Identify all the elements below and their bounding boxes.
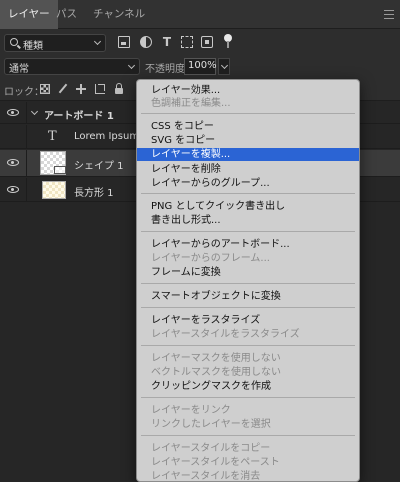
- layer-context-menu: レイヤー効果... 色調補正を編集... CSS をコピー SVG をコピー レ…: [136, 79, 360, 482]
- menu-separator: [141, 231, 355, 232]
- lock-position-icon[interactable]: [76, 84, 86, 94]
- menu-separator: [141, 283, 355, 284]
- menu-item-paste-layer-style: レイヤースタイルをペースト: [151, 457, 280, 468]
- chevron-down-icon[interactable]: [30, 107, 39, 116]
- menu-item-quick-export-png[interactable]: PNG としてクイック書き出し: [137, 200, 359, 213]
- menu-item-convert-smart-object[interactable]: スマートオブジェクトに変換: [137, 290, 359, 303]
- adjustment-layer-filter-icon[interactable]: [140, 36, 152, 48]
- pixel-layer-filter-icon[interactable]: [118, 36, 130, 48]
- lock-label: ロック：: [4, 87, 44, 98]
- visibility-eye-icon[interactable]: [7, 109, 19, 116]
- menu-item-export-as[interactable]: 書き出し形式...: [137, 214, 359, 227]
- menu-separator: [141, 435, 355, 436]
- menu-item-layer-effects[interactable]: レイヤー効果...: [137, 84, 359, 97]
- lock-artboard-icon[interactable]: [95, 84, 105, 94]
- layer-name: Lorem Ipsum: [74, 131, 140, 142]
- opacity-dropdown[interactable]: [218, 58, 230, 75]
- menu-item-clear-layer-style: レイヤースタイルを消去: [151, 471, 261, 482]
- layer-name: 長方形 1: [74, 188, 114, 199]
- menu-item-link-layers: レイヤーをリンク: [151, 405, 231, 416]
- type-layer-filter-icon[interactable]: T: [161, 36, 173, 48]
- menu-separator: [141, 193, 355, 194]
- menu-item-disable-vector-mask: ベクトルマスクを使用しない: [151, 367, 281, 378]
- tab-channels[interactable]: チャンネル: [93, 0, 145, 29]
- blend-mode-label: 通常: [9, 64, 29, 75]
- vector-mask-icon: [54, 166, 66, 174]
- layer-name: アートボード 1: [44, 111, 114, 122]
- panel-tab-bar: レイヤー パス チャンネル: [0, 0, 400, 29]
- menu-item-copy-css[interactable]: CSS をコピー: [137, 120, 359, 133]
- tab-layers[interactable]: レイヤー: [0, 0, 58, 29]
- chevron-down-icon: [93, 37, 102, 46]
- menu-separator: [141, 307, 355, 308]
- menu-item-frame-from-layers: レイヤーからのフレーム...: [151, 253, 270, 264]
- menu-item-copy-svg[interactable]: SVG をコピー: [137, 134, 359, 147]
- tab-paths[interactable]: パス: [56, 0, 77, 29]
- menu-item-create-clipping-mask[interactable]: クリッピングマスクを作成: [137, 380, 359, 393]
- menu-separator: [141, 113, 355, 114]
- menu-item-convert-to-frame[interactable]: フレームに変換: [137, 266, 359, 279]
- row-divider: [26, 178, 27, 201]
- blend-row: 通常 不透明度： 100%: [0, 57, 400, 77]
- menu-item-select-linked-layers: リンクしたレイヤーを選択: [151, 419, 271, 430]
- lock-transparent-pixels-icon[interactable]: [40, 84, 50, 94]
- layer-name: シェイプ 1: [74, 161, 124, 172]
- chevron-down-icon: [220, 61, 229, 70]
- row-divider: [26, 125, 27, 148]
- menu-item-artboard-from-layers[interactable]: レイヤーからのアートボード...: [137, 238, 359, 251]
- lock-all-icon[interactable]: [115, 83, 123, 94]
- menu-item-delete-layer[interactable]: レイヤーを削除: [137, 163, 359, 176]
- filter-kind-label: 種類: [23, 41, 43, 52]
- menu-separator: [141, 345, 355, 346]
- visibility-eye-icon[interactable]: [7, 159, 19, 166]
- menu-item-group-from-layers[interactable]: レイヤーからのグループ...: [137, 177, 359, 190]
- menu-item-duplicate-layer[interactable]: レイヤーを複製...: [137, 148, 359, 161]
- menu-item-disable-layer-mask: レイヤーマスクを使用しない: [151, 353, 281, 364]
- smart-object-filter-icon[interactable]: [201, 36, 213, 48]
- search-icon: [10, 38, 18, 46]
- text-layer-icon: T: [48, 129, 57, 144]
- opacity-input[interactable]: 100%: [184, 58, 217, 75]
- panel-menu-icon[interactable]: [384, 10, 394, 19]
- filter-kind-select[interactable]: 種類: [4, 34, 106, 52]
- shape-layer-filter-icon[interactable]: [181, 36, 193, 48]
- visibility-eye-icon[interactable]: [7, 186, 19, 193]
- chevron-down-icon: [127, 61, 136, 70]
- menu-item-edit-adjustment: 色調補正を編集...: [151, 98, 231, 109]
- layer-filter-row: 種類 T: [0, 29, 400, 57]
- menu-separator: [141, 397, 355, 398]
- blend-mode-select[interactable]: 通常: [4, 58, 140, 75]
- menu-item-rasterize-layer-style: レイヤースタイルをラスタライズ: [151, 329, 300, 340]
- layer-thumbnail: [42, 181, 66, 199]
- lock-image-pixels-icon[interactable]: [58, 84, 68, 94]
- row-divider: [26, 102, 27, 123]
- filter-toggle-icon[interactable]: [224, 34, 232, 48]
- menu-item-copy-layer-style: レイヤースタイルをコピー: [151, 443, 271, 454]
- menu-item-rasterize-layer[interactable]: レイヤーをラスタライズ: [137, 314, 359, 327]
- row-divider: [26, 150, 27, 176]
